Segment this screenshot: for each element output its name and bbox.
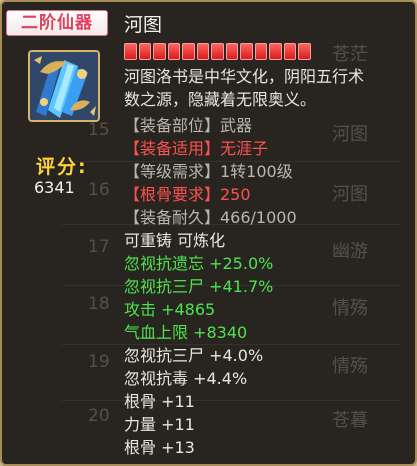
star-icon [182,43,195,60]
remake-text: 可重铸 可炼化 [124,231,226,250]
bg-list-name: 河图 [332,184,368,205]
star-icon [240,43,253,60]
star-rating [124,43,311,61]
bg-list-name: 情殇 [332,356,368,377]
star-icon [254,43,267,60]
bg-list-name: 情殇 [332,298,368,319]
base-stat: 忽视抗毒 +4.4% [124,369,248,388]
attribute-slot: 【装备部位】武器 [124,116,253,135]
base-stat: 根骨 +13 [124,438,195,457]
star-icon [167,43,180,60]
bg-list-number: 16 [88,180,110,200]
star-icon [211,43,224,60]
green-stat: 忽视抗三尸 +41.7% [124,277,274,296]
bg-list-name: 苍暮 [332,410,368,431]
item-description-line: 河图洛书是中华文化，阴阳五行术 [124,67,365,86]
star-icon [138,43,151,60]
attribute-class: 【装备适用】无涯子 [124,139,269,158]
base-stat: 气血上限 +8340 [124,323,248,342]
star-icon [124,43,137,60]
item-icon-frame [28,50,100,122]
green-stat: 忽视抗遗忘 +25.0% [124,254,274,273]
item-grade-badge: 二阶仙器 [6,10,108,36]
attribute-root: 【根骨要求】250 [124,185,251,204]
star-icon [269,43,282,60]
bg-list-number: 17 [88,237,110,257]
scroll-icon [30,52,98,120]
base-stat: 攻击 +4865 [124,300,216,319]
item-description-line: 数之源，隐藏着无限奥义。 [124,90,317,109]
bg-list-number: 20 [88,406,110,426]
item-name: 河图 [124,14,163,36]
attribute-level: 【等级需求】1转100级 [124,162,293,181]
bg-list-number: 18 [88,294,110,314]
score-label: 评分: [36,156,88,178]
bg-list-number: 19 [88,352,110,372]
star-icon [153,43,166,60]
base-stat: 力量 +11 [124,415,195,434]
score-value: 6341 [34,178,75,197]
bg-list-name: 河图 [332,124,368,145]
star-icon [196,43,209,60]
bg-list-name: 苍茫 [332,44,368,65]
attribute-durability: 【装备耐久】466/1000 [124,208,297,227]
base-stat: 忽视抗三尸 +4.0% [124,346,264,365]
star-icon [283,43,296,60]
base-stat: 根骨 +11 [124,392,195,411]
bg-list-name: 幽游 [332,241,368,262]
star-icon [298,43,311,60]
item-tooltip: 苍茫 15 河图 16 河图 17 幽游 18 情殇 19 情殇 20 苍暮 二… [0,0,417,466]
star-icon [225,43,238,60]
bg-list-number: 15 [88,120,110,140]
